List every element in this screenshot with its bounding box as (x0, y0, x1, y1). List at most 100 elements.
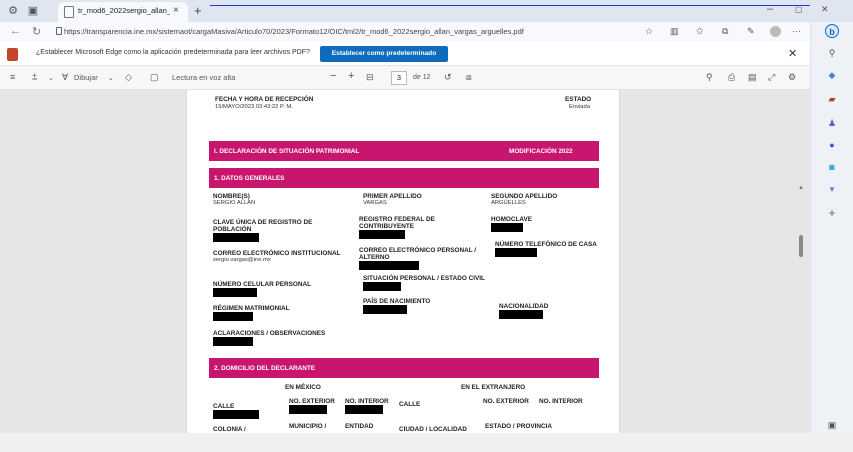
correo-personal-label-line1: CORREO ELECTRÓNICO PERSONAL / (359, 247, 477, 254)
estado-provincia-label: ESTADO / PROVINCIA (485, 423, 552, 430)
read-aloud-button[interactable]: Lectura en voz alta (172, 73, 235, 82)
shopping-tag-icon[interactable]: ◆ (825, 68, 839, 82)
section-band-datos-generales: 1. DATOS GENERALES (209, 168, 599, 188)
section-2-title: 2. DOMICILIO DEL DECLARANTE (214, 365, 316, 372)
tab-title: tr_mod6_2022sergio_allan_varga (78, 6, 170, 15)
eraser-icon[interactable]: ◇ (125, 72, 132, 83)
section-main-title: I. DECLARACIÓN DE SITUACIÓN PATRIMONIAL (214, 148, 360, 155)
document-icon (64, 6, 74, 18)
split-screen-icon[interactable]: ▥ (670, 26, 679, 37)
scroll-up-arrow-icon[interactable]: ▲ (798, 185, 804, 191)
pais-label: PAÍS DE NACIMIENTO (363, 298, 431, 305)
settings-gear-icon[interactable]: ⚙ (788, 72, 796, 83)
outlook-icon[interactable]: ◙ (825, 160, 839, 174)
drop-icon[interactable]: ▾ (825, 182, 839, 196)
situacion-label: SITUACIÓN PERSONAL / ESTADO CIVIL (363, 275, 485, 282)
primer-apellido-value: VARGAS (363, 200, 387, 206)
browser-tab[interactable]: tr_mod6_2022sergio_allan_varga × (58, 2, 188, 22)
draw-dropdown-icon[interactable]: ⌄ (108, 74, 114, 82)
collections-icon[interactable]: ⧉ (722, 26, 728, 37)
redaction-box (359, 230, 405, 239)
fullscreen-icon[interactable]: ⤢ (768, 72, 775, 83)
refresh-icon[interactable]: ↻ (32, 25, 41, 38)
calle-label: CALLE (213, 403, 235, 410)
copilot-icon[interactable]: b (825, 24, 839, 38)
print-icon[interactable]: ⎙ (728, 72, 735, 83)
celular-label: NÚMERO CELULAR PERSONAL (213, 281, 311, 288)
redaction-box (213, 410, 259, 419)
nombre-value: SERGIO ALLAN (213, 200, 256, 206)
url-field[interactable]: https://transparencia.ine.mx/sistemaot/c… (64, 24, 664, 40)
extensions-icon[interactable]: ✎ (747, 26, 755, 37)
redaction-box (289, 405, 327, 414)
aclaraciones-label: ACLARACIONES / OBSERVACIONES (213, 330, 326, 337)
curp-label-line1: CLAVE ÚNICA DE REGISTRO DE (213, 219, 313, 226)
highlight-icon[interactable]: ⩲ (32, 72, 37, 83)
zoom-out-button[interactable]: − (330, 70, 336, 82)
no-exterior-extranjero-label: NO. EXTERIOR (483, 398, 529, 405)
correo-personal-label-line2: ALTERNO (359, 254, 390, 261)
draw-label[interactable]: Dibujar (74, 73, 98, 82)
sidebar-add-icon[interactable]: + (825, 206, 839, 220)
tab-actions-icon[interactable]: ▣ (26, 4, 40, 18)
redaction-box (359, 261, 419, 270)
correo-institucional-value: sergio.vargas@ine.mx (213, 257, 271, 263)
section-1-title: 1. DATOS GENERALES (214, 175, 285, 182)
nacionalidad-label: NACIONALIDAD (499, 303, 549, 310)
fit-page-icon[interactable]: ⊟ (366, 72, 374, 83)
search-icon[interactable]: ⚲ (706, 72, 713, 83)
pdf-toolbar: ≡ ⩲ ⌄ ∀ Dibujar ⌄ ◇ ▢ Lectura en voz alt… (0, 66, 810, 90)
redaction-box (213, 233, 259, 242)
restore-button[interactable]: ▢ (795, 5, 803, 14)
regimen-label: RÉGIMEN MATRIMONIAL (213, 305, 290, 312)
minimize-button[interactable]: – (767, 3, 773, 15)
profile-avatar[interactable] (770, 26, 781, 37)
set-default-button[interactable]: Establecer como predeterminado (320, 46, 448, 62)
new-tab-button[interactable]: + (194, 3, 202, 18)
redaction-box (491, 223, 523, 232)
text-icon[interactable]: ▢ (150, 72, 159, 83)
tab-close-button[interactable]: × (173, 5, 179, 16)
redaction-box (499, 310, 543, 319)
correo-institucional-label: CORREO ELECTRÓNICO INSTITUCIONAL (213, 250, 341, 257)
draw-icon[interactable]: ∀ (62, 72, 68, 83)
title-bar: ⚙ ▣ tr_mod6_2022sergio_allan_varga × + –… (0, 0, 853, 22)
lock-icon[interactable] (56, 27, 62, 35)
save-icon[interactable]: ▤ (748, 72, 757, 83)
rfc-label-line2: CONTRIBUYENTE (359, 223, 415, 230)
vertical-scrollbar[interactable] (799, 235, 803, 257)
page-count: de 12 (413, 74, 431, 81)
contents-icon[interactable]: ≡ (10, 72, 15, 82)
infobar-message: ¿Establecer Microsoft Edge como la aplic… (36, 49, 310, 56)
redaction-box (363, 305, 407, 314)
people-icon[interactable]: ♟ (825, 116, 839, 130)
highlight-dropdown-icon[interactable]: ⌄ (48, 74, 54, 82)
page-number-input[interactable]: 3 (391, 71, 407, 85)
more-options-icon[interactable]: ··· (792, 26, 801, 36)
status-value: Enviada (569, 104, 590, 110)
sidebar-search-icon[interactable]: ⚲ (825, 46, 839, 60)
rfc-label-line1: REGISTRO FEDERAL DE (359, 216, 435, 223)
favorite-star-icon[interactable]: ☆ (645, 26, 653, 37)
link-underline-strip (210, 0, 810, 6)
page-view-icon[interactable]: ⧈ (466, 72, 472, 83)
primer-apellido-label: PRIMER APELLIDO (363, 193, 422, 200)
infobar-close-button[interactable]: ✕ (788, 47, 797, 60)
rotate-icon[interactable]: ↺ (444, 72, 452, 83)
en-extranjero-label: EN EL EXTRANJERO (461, 384, 526, 391)
close-window-button[interactable]: ✕ (821, 4, 829, 15)
workspaces-icon[interactable]: ⚙ (6, 4, 20, 18)
redaction-box (345, 405, 383, 414)
games-icon[interactable]: ● (825, 138, 839, 152)
section-band-domicilio: 2. DOMICILIO DEL DECLARANTE (209, 358, 599, 378)
tools-icon[interactable]: ▰ (825, 92, 839, 106)
pdf-viewport[interactable]: FECHA Y HORA DE RECEPCIÓN 15/MAYO/2023 0… (0, 90, 810, 433)
pdf-page: FECHA Y HORA DE RECEPCIÓN 15/MAYO/2023 0… (187, 90, 619, 433)
zoom-in-button[interactable]: + (348, 70, 354, 82)
en-mexico-label: EN MÉXICO (285, 384, 321, 391)
segundo-apellido-label: SEGUNDO APELLIDO (491, 193, 558, 200)
pdf-file-icon (7, 48, 18, 61)
back-arrow-icon[interactable]: ← (10, 25, 21, 37)
sidebar-toggle-icon[interactable]: ▣ (825, 418, 839, 432)
favorites-icon[interactable]: ✩ (696, 26, 704, 37)
